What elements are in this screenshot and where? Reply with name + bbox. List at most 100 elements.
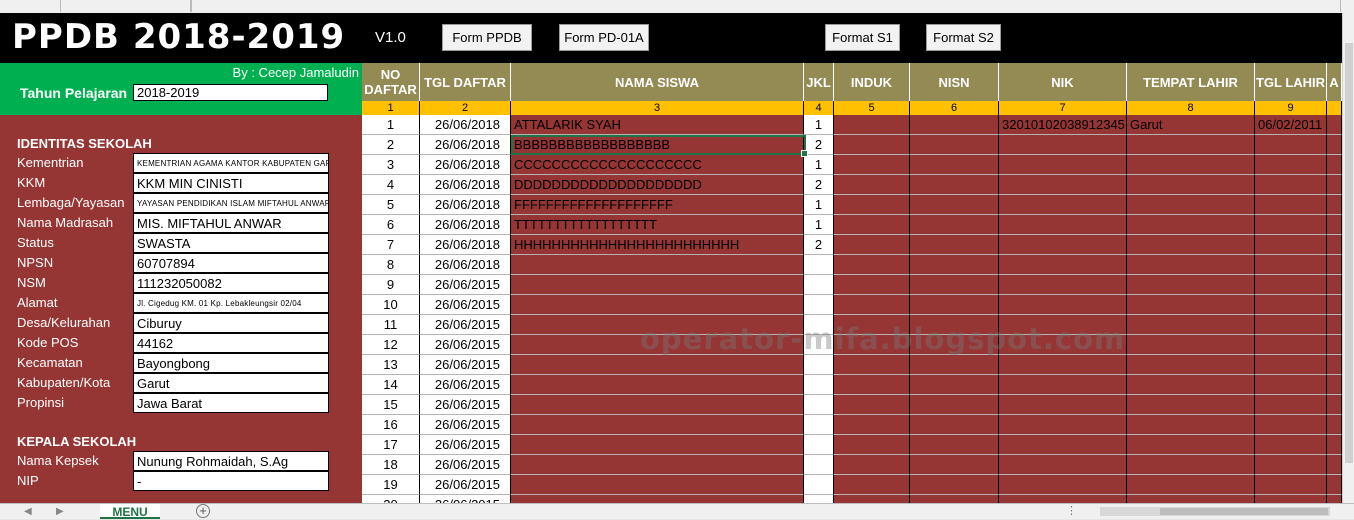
form-pd01a-button[interactable]: Form PD-01A bbox=[559, 24, 649, 51]
table-cell[interactable] bbox=[1127, 215, 1255, 235]
table-cell[interactable] bbox=[804, 455, 834, 475]
table-cell[interactable] bbox=[1255, 355, 1327, 375]
info-field-status[interactable]: SWASTA bbox=[133, 233, 329, 253]
table-cell[interactable]: 26/06/2018 bbox=[420, 215, 511, 235]
table-cell[interactable] bbox=[834, 415, 910, 435]
info-field-kabupaten-kota[interactable]: Garut bbox=[133, 373, 329, 393]
table-cell[interactable] bbox=[1127, 475, 1255, 495]
table-cell[interactable] bbox=[1127, 135, 1255, 155]
table-cell[interactable] bbox=[1327, 375, 1342, 395]
table-cell[interactable] bbox=[1327, 255, 1342, 275]
table-cell[interactable] bbox=[910, 215, 999, 235]
table-cell[interactable] bbox=[1127, 495, 1255, 503]
table-cell[interactable] bbox=[1255, 455, 1327, 475]
table-cell[interactable] bbox=[910, 135, 999, 155]
table-cell[interactable] bbox=[804, 475, 834, 495]
table-cell[interactable]: TTTTTTTTTTTTTTTTTT bbox=[511, 215, 804, 235]
table-cell[interactable] bbox=[1255, 215, 1327, 235]
form-ppdb-button[interactable]: Form PPDB bbox=[442, 24, 532, 51]
info-field-kementrian[interactable]: KEMENTRIAN AGAMA KANTOR KABUPATEN GARUT bbox=[133, 153, 329, 173]
column-header-induk[interactable]: INDUK bbox=[834, 63, 910, 101]
table-cell[interactable]: 26/06/2015 bbox=[420, 315, 511, 335]
column-header-nisn[interactable]: NISN bbox=[910, 63, 999, 101]
academic-year-field[interactable]: 2018-2019 bbox=[133, 84, 328, 101]
table-cell[interactable] bbox=[910, 455, 999, 475]
table-cell[interactable] bbox=[1127, 315, 1255, 335]
table-cell[interactable] bbox=[834, 115, 910, 135]
table-cell[interactable]: 2 bbox=[804, 135, 834, 155]
table-cell[interactable] bbox=[1255, 395, 1327, 415]
table-cell[interactable] bbox=[834, 355, 910, 375]
table-cell[interactable] bbox=[1127, 395, 1255, 415]
table-cell[interactable] bbox=[910, 375, 999, 395]
table-cell[interactable] bbox=[910, 495, 999, 503]
table-cell[interactable]: 11 bbox=[362, 315, 420, 335]
table-cell[interactable]: 26/06/2018 bbox=[420, 175, 511, 195]
info-field-npsn[interactable]: 60707894 bbox=[133, 253, 329, 273]
table-cell[interactable] bbox=[804, 295, 834, 315]
table-cell[interactable] bbox=[834, 135, 910, 155]
table-cell[interactable] bbox=[1255, 495, 1327, 503]
table-cell[interactable] bbox=[910, 155, 999, 175]
table-cell[interactable] bbox=[804, 275, 834, 295]
info-field-kecamatan[interactable]: Bayongbong bbox=[133, 353, 329, 373]
info-field-desa-kelurahan[interactable]: Ciburuy bbox=[133, 313, 329, 333]
table-cell[interactable] bbox=[1127, 155, 1255, 175]
table-cell[interactable] bbox=[511, 315, 804, 335]
table-cell[interactable]: 1 bbox=[362, 115, 420, 135]
table-cell[interactable] bbox=[1255, 475, 1327, 495]
sheet-tab-menu[interactable]: MENU bbox=[100, 504, 160, 519]
table-cell[interactable] bbox=[511, 415, 804, 435]
table-cell[interactable] bbox=[804, 415, 834, 435]
table-cell[interactable] bbox=[1327, 415, 1342, 435]
table-cell[interactable] bbox=[834, 235, 910, 255]
table-cell[interactable]: 26/06/2018 bbox=[420, 155, 511, 175]
table-cell[interactable]: CCCCCCCCCCCCCCCCCCCC bbox=[511, 155, 804, 175]
table-cell[interactable] bbox=[804, 435, 834, 455]
table-cell[interactable] bbox=[511, 335, 804, 355]
table-cell[interactable] bbox=[1127, 295, 1255, 315]
table-cell[interactable]: 26/06/2018 bbox=[420, 235, 511, 255]
table-cell[interactable] bbox=[910, 315, 999, 335]
info-field-nama-madrasah[interactable]: MIS. MIFTAHUL ANWAR bbox=[133, 213, 329, 233]
table-cell[interactable] bbox=[1327, 295, 1342, 315]
table-cell[interactable] bbox=[1327, 495, 1342, 503]
table-cell[interactable] bbox=[1127, 255, 1255, 275]
table-cell[interactable] bbox=[511, 455, 804, 475]
table-cell[interactable] bbox=[999, 155, 1127, 175]
column-header-tgl-lahir[interactable]: TGL LAHIR bbox=[1255, 63, 1327, 101]
table-cell[interactable] bbox=[999, 215, 1127, 235]
table-cell[interactable] bbox=[999, 295, 1127, 315]
table-cell[interactable] bbox=[1327, 275, 1342, 295]
table-cell[interactable] bbox=[834, 335, 910, 355]
table-cell[interactable] bbox=[804, 355, 834, 375]
info-field-kode-pos[interactable]: 44162 bbox=[133, 333, 329, 353]
table-cell[interactable] bbox=[999, 315, 1127, 335]
table-cell[interactable] bbox=[834, 195, 910, 215]
table-cell[interactable]: ATTALARIK SYAH bbox=[511, 115, 804, 135]
table-cell[interactable]: 2 bbox=[804, 235, 834, 255]
table-cell[interactable] bbox=[999, 455, 1127, 475]
table-cell[interactable] bbox=[1327, 455, 1342, 475]
table-cell[interactable] bbox=[834, 255, 910, 275]
table-cell[interactable]: 26/06/2015 bbox=[420, 495, 511, 503]
table-cell[interactable] bbox=[910, 335, 999, 355]
table-cell[interactable] bbox=[1327, 395, 1342, 415]
table-cell[interactable]: 3 bbox=[362, 155, 420, 175]
info-field-nip[interactable]: - bbox=[133, 471, 329, 491]
table-cell[interactable] bbox=[1127, 435, 1255, 455]
table-cell[interactable] bbox=[1127, 375, 1255, 395]
table-cell[interactable] bbox=[511, 435, 804, 455]
table-cell[interactable] bbox=[834, 215, 910, 235]
table-cell[interactable] bbox=[999, 235, 1127, 255]
table-cell[interactable] bbox=[834, 395, 910, 415]
table-cell[interactable]: 26/06/2015 bbox=[420, 355, 511, 375]
table-cell[interactable] bbox=[1327, 335, 1342, 355]
info-field-nama-kepsek[interactable]: Nunung Rohmaidah, S.Ag bbox=[133, 451, 329, 471]
table-cell[interactable]: 26/06/2015 bbox=[420, 375, 511, 395]
table-cell[interactable]: 26/06/2018 bbox=[420, 135, 511, 155]
table-cell[interactable]: 18 bbox=[362, 455, 420, 475]
table-cell[interactable] bbox=[804, 375, 834, 395]
table-cell[interactable]: 26/06/2015 bbox=[420, 275, 511, 295]
table-cell[interactable] bbox=[1127, 175, 1255, 195]
